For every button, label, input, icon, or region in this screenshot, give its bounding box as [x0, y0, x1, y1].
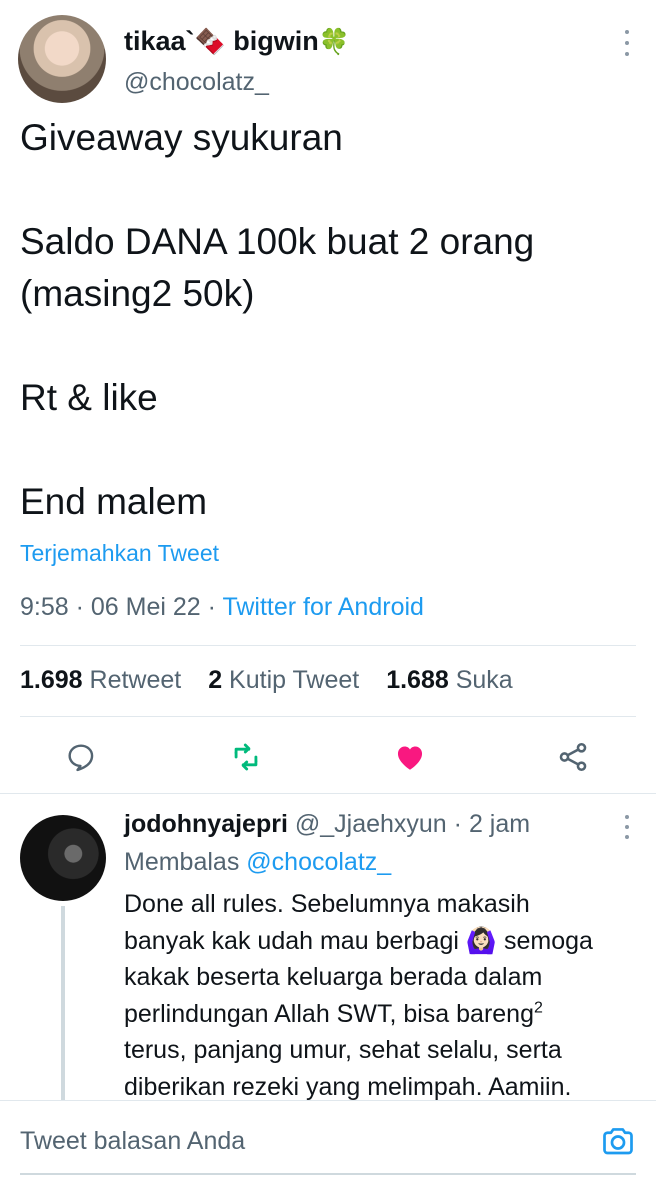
divider [20, 716, 636, 717]
retweet-count[interactable]: 1.698 Retweet [20, 666, 181, 694]
share-icon[interactable] [555, 739, 591, 775]
reply-text-line: terus, panjang umur, sehat selalu, serta [124, 1036, 562, 1065]
replying-label: Membalas [124, 848, 240, 876]
tweet-text-line: Giveaway syukuran [20, 117, 343, 158]
tweet-source-link[interactable]: Twitter for Android [222, 593, 423, 621]
tweet-meta: 9:58 · 06 Mei 22 · Twitter for Android [20, 593, 424, 621]
like-icon[interactable] [392, 739, 428, 775]
tweet-time: 9:58 [20, 593, 69, 621]
tweet-stats: 1.698 Retweet 2 Kutip Tweet 1.688 Suka [20, 666, 533, 695]
quote-count[interactable]: 2 Kutip Tweet [208, 666, 359, 694]
reply-header: jodohnyajepri @_Jjaehxyun · 2 jam [124, 810, 531, 838]
like-count[interactable]: 1.688 Suka [386, 666, 513, 694]
tweet-text-line: (masing2 50k) [20, 273, 255, 314]
reply-author-handle[interactable]: @_Jjaehxyun [295, 810, 447, 838]
tweet-text-line: End malem [20, 481, 208, 522]
author-name-suffix: bigwin [233, 26, 319, 56]
gesture-emoji: 🙆🏻‍♀️ [465, 926, 498, 955]
reply-author-name[interactable]: jodohnyajepri [124, 810, 288, 838]
reply-text-line: Done all rules. Sebelumnya makasih [124, 890, 530, 918]
chocolate-emoji: 🍫 [194, 28, 226, 56]
reply-text-line: kakak beserta keluarga berada dalam [124, 963, 543, 992]
retweet-icon[interactable] [228, 739, 264, 775]
author-handle[interactable]: @chocolatz_ [124, 68, 269, 97]
reply-text-line: perlindungan Allah SWT, bisa bareng2 [124, 999, 543, 1028]
divider [0, 793, 656, 794]
reply-author-avatar[interactable] [20, 815, 106, 901]
reply-icon[interactable] [63, 739, 99, 775]
reply-text-line: banyak kak udah mau berbagi 🙆🏻‍♀️ semoga [124, 926, 593, 955]
more-options-icon[interactable] [623, 30, 631, 56]
clover-emoji: 🍀 [318, 28, 350, 56]
tweet-text-line: Rt & like [20, 377, 158, 418]
translate-tweet-link[interactable]: Terjemahkan Tweet [20, 540, 219, 567]
tweet-date: 06 Mei 22 [90, 593, 201, 621]
camera-icon[interactable] [600, 1123, 636, 1159]
composer-underline [20, 1173, 636, 1175]
reply-input[interactable]: Tweet balasan Anda [20, 1127, 245, 1156]
divider [20, 645, 636, 646]
reply-composer: Tweet balasan Anda [0, 1100, 656, 1200]
author-display-name[interactable]: tikaa`🍫 bigwin🍀 [124, 26, 350, 57]
author-avatar[interactable] [18, 15, 106, 103]
replying-to-mention[interactable]: @chocolatz_ [246, 848, 391, 876]
author-name-text: tikaa` [124, 26, 195, 56]
reply-time: 2 jam [468, 810, 531, 838]
thread-line [61, 906, 65, 1106]
tweet-actions [0, 735, 656, 779]
tweet-text-line: Saldo DANA 100k buat 2 orang [20, 221, 535, 262]
replying-to: Membalas @chocolatz_ [124, 848, 391, 877]
reply-text: Done all rules. Sebelumnya makasih banya… [124, 886, 644, 1106]
reply-more-options-icon[interactable] [623, 815, 631, 839]
